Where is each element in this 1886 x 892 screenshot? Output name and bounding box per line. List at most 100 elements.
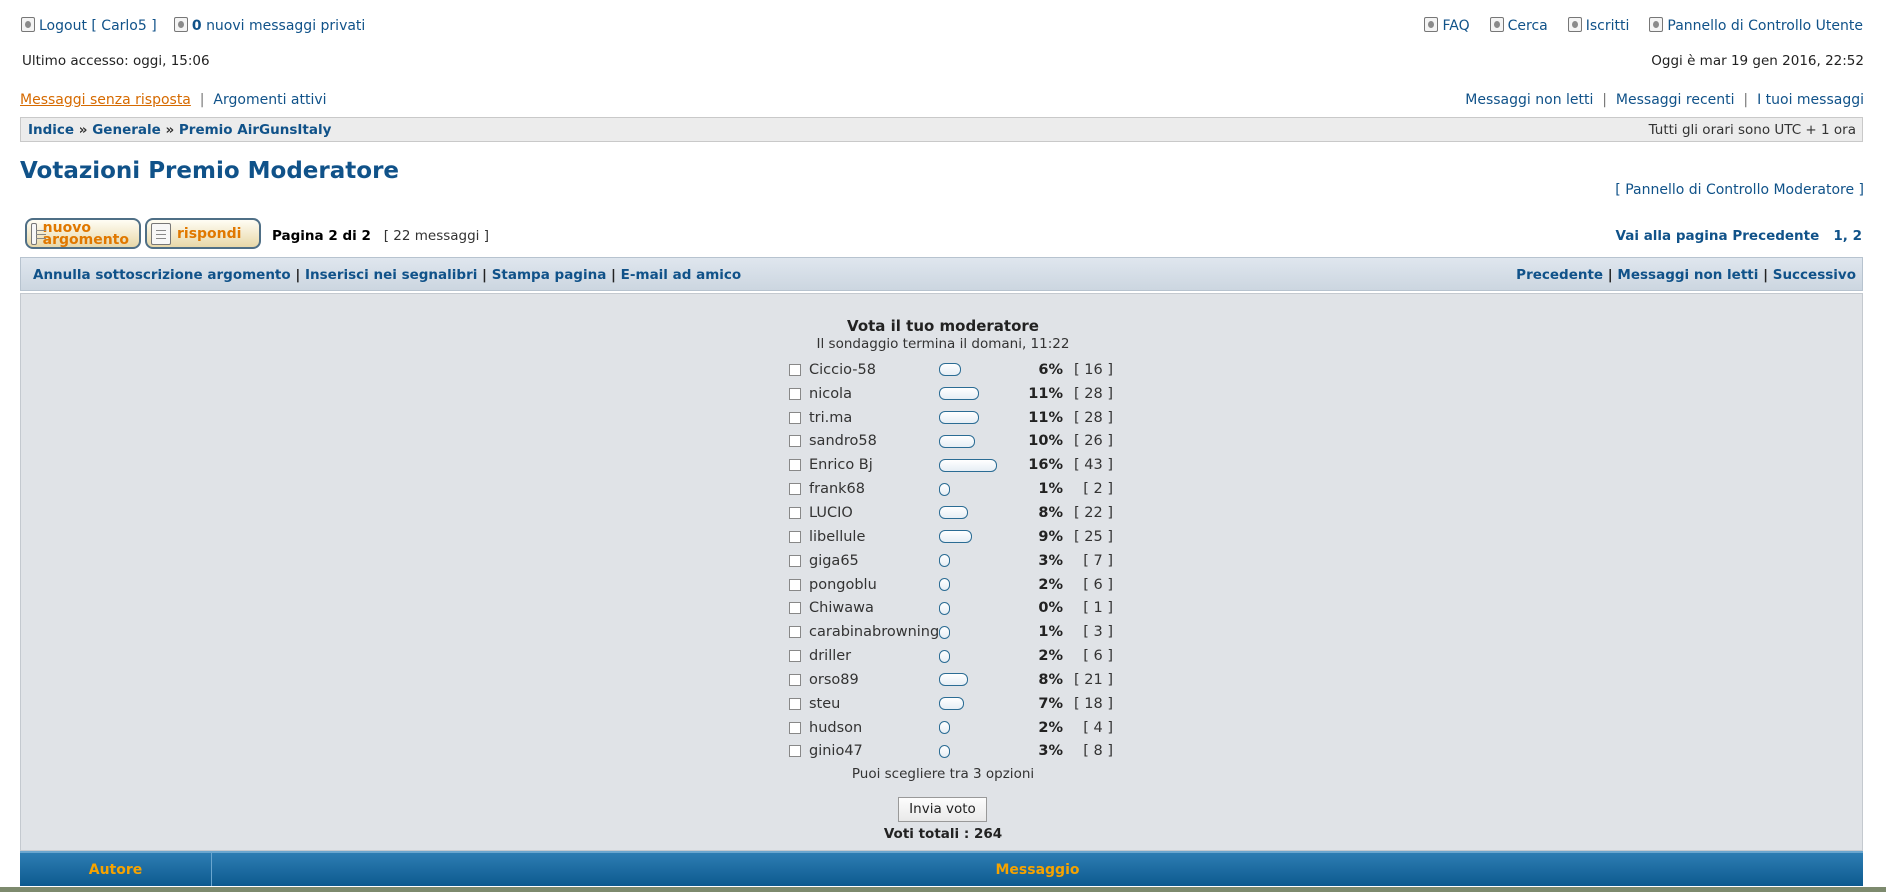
poll-option-percent: 1%: [1038, 481, 1063, 498]
poll-title: Vota il tuo moderatore: [847, 317, 1039, 335]
poll-option-name: orso89: [809, 671, 859, 688]
poll-option-checkbox[interactable]: [789, 411, 801, 424]
recent-posts-link[interactable]: Messaggi recenti: [1616, 92, 1735, 108]
poll-bar: [939, 697, 964, 711]
poll-option-checkbox[interactable]: [789, 387, 801, 400]
poll-option-percent: 2%: [1038, 648, 1063, 665]
poll-bar-track: [939, 482, 1007, 496]
pm-label[interactable]: nuovi messaggi privati: [206, 18, 365, 34]
poll-option-votes: [ 4 ]: [1083, 719, 1113, 736]
poll-option-checkbox[interactable]: [789, 650, 801, 663]
poll-option-name: giga65: [809, 552, 859, 569]
poll-bar: [939, 458, 997, 472]
search-label[interactable]: Cerca: [1508, 18, 1548, 34]
new-topic-button[interactable]: nuovo argomento: [25, 218, 141, 249]
unsubscribe-link[interactable]: Annulla sottoscrizione argomento: [33, 267, 291, 283]
ucp-label[interactable]: Pannello di Controllo Utente: [1667, 18, 1863, 34]
poll-options: Ciccio-58 6% [ 16 ] nicola 11% [ 28 ] tri.ma 11…: [789, 358, 1113, 763]
poll-bar: [939, 530, 972, 544]
jump-label[interactable]: Vai alla pagina: [1616, 228, 1728, 244]
search-link[interactable]: Cerca: [1489, 17, 1548, 34]
breadcrumb-index[interactable]: Indice: [28, 122, 74, 138]
poll-option-votes: [ 21 ]: [1074, 671, 1113, 688]
poll-bar: [939, 554, 950, 568]
poll-option-name: ginio47: [809, 743, 863, 760]
faq-link[interactable]: FAQ: [1424, 17, 1470, 34]
bookmark-link[interactable]: Inserisci nei segnalibri: [305, 267, 477, 283]
poll-bar-track: [939, 721, 1007, 735]
poll-option-checkbox[interactable]: [789, 435, 801, 448]
print-link[interactable]: Stampa pagina: [492, 267, 607, 283]
next-topic-link[interactable]: Successivo: [1773, 267, 1856, 283]
poll-bar-track: [939, 458, 1007, 472]
poll-option-votes: [ 25 ]: [1074, 528, 1113, 545]
unread-link[interactable]: Messaggi non letti: [1617, 267, 1758, 283]
poll-option-row: giga65 3% [ 7 ]: [789, 549, 1113, 573]
poll-bar: [939, 411, 979, 425]
poll-bar: [939, 387, 979, 401]
poll-option-checkbox[interactable]: [789, 673, 801, 686]
poll-option-checkbox[interactable]: [789, 363, 801, 376]
logout-link[interactable]: Logout [ Carlo5 ]: [21, 17, 157, 34]
unread-posts-link[interactable]: Messaggi non letti: [1465, 92, 1593, 108]
breadcrumb-general[interactable]: Generale: [92, 122, 161, 138]
poll-option-row: libellule 9% [ 25 ]: [789, 525, 1113, 549]
poll-bar-track: [939, 625, 1007, 639]
poll-option-percent: 10%: [1028, 433, 1063, 450]
members-icon: [1567, 17, 1582, 32]
submit-vote-button[interactable]: Invia voto: [898, 797, 987, 822]
poll-option-row: Chiwawa 0% [ 1 ]: [789, 596, 1113, 620]
poll-bar: [939, 744, 950, 758]
mcp-label[interactable]: Pannello di Controllo Moderatore: [1625, 182, 1854, 198]
author-column-header: Autore: [20, 853, 212, 886]
poll-option-row: ginio47 3% [ 8 ]: [789, 740, 1113, 764]
poll-option-row: pongoblu 2% [ 6 ]: [789, 573, 1113, 597]
logout-label[interactable]: Logout [ Carlo5 ]: [39, 18, 157, 34]
my-posts-link[interactable]: I tuoi messaggi: [1757, 92, 1864, 108]
mcp-link[interactable]: [ Pannello di Controllo Moderatore ]: [1615, 182, 1864, 198]
post-count: [ 22 messaggi ]: [383, 228, 489, 244]
poll-option-checkbox[interactable]: [789, 459, 801, 472]
poll-option-percent: 3%: [1038, 743, 1063, 760]
poll-option-name: hudson: [809, 719, 863, 736]
poll-option-name: frank68: [809, 481, 865, 498]
unanswered-link[interactable]: Messaggi senza risposta: [20, 92, 191, 108]
poll-max-choices: Puoi scegliere tra 3 opzioni: [851, 766, 1035, 782]
jump-pages[interactable]: 1, 2: [1833, 228, 1862, 244]
current-date: Oggi è mar 19 gen 2016, 22:52: [1651, 53, 1864, 69]
user-panel-icon: [1649, 17, 1664, 32]
poll-option-checkbox[interactable]: [789, 483, 801, 496]
poll-bar-track: [939, 649, 1007, 663]
faq-label[interactable]: FAQ: [1442, 18, 1469, 34]
poll-bar-track: [939, 363, 1007, 377]
email-friend-link[interactable]: E-mail ad amico: [621, 267, 742, 283]
poll-option-checkbox[interactable]: [789, 602, 801, 615]
active-topics-link[interactable]: Argomenti attivi: [213, 92, 326, 108]
jump-prev-link[interactable]: Precedente: [1732, 228, 1819, 244]
poll-option-name: LUCIO: [809, 504, 853, 521]
poll-bar: [939, 482, 950, 496]
reply-button[interactable]: rispondi: [145, 218, 261, 249]
prev-topic-link[interactable]: Precedente: [1516, 267, 1603, 283]
poll-option-checkbox[interactable]: [789, 745, 801, 758]
poll-option-checkbox[interactable]: [789, 626, 801, 639]
poll-option-row: Enrico Bj 16% [ 43 ]: [789, 453, 1113, 477]
pm-count[interactable]: 0: [192, 18, 202, 34]
ucp-link[interactable]: Pannello di Controllo Utente: [1649, 17, 1863, 34]
new-topic-icon: [31, 222, 46, 245]
poll-option-checkbox[interactable]: [789, 554, 801, 567]
poll-bar-track: [939, 387, 1007, 401]
poll-option-row: LUCIO 8% [ 22 ]: [789, 501, 1113, 525]
poll-option-checkbox[interactable]: [789, 697, 801, 710]
poll-option-checkbox[interactable]: [789, 721, 801, 734]
breadcrumb-forum[interactable]: Premio AirGunsItaly: [179, 122, 331, 138]
poll-option-row: tri.ma 11% [ 28 ]: [789, 406, 1113, 430]
poll-option-checkbox[interactable]: [789, 578, 801, 591]
members-link[interactable]: Iscritti: [1567, 17, 1630, 34]
members-label[interactable]: Iscritti: [1586, 18, 1630, 34]
page-title[interactable]: Votazioni Premio Moderatore: [20, 158, 399, 184]
poll-option-checkbox[interactable]: [789, 530, 801, 543]
poll-option-row: carabinabrowning 1% [ 3 ]: [789, 620, 1113, 644]
poll-option-checkbox[interactable]: [789, 506, 801, 519]
pm-link[interactable]: 0 nuovi messaggi privati: [173, 17, 365, 34]
